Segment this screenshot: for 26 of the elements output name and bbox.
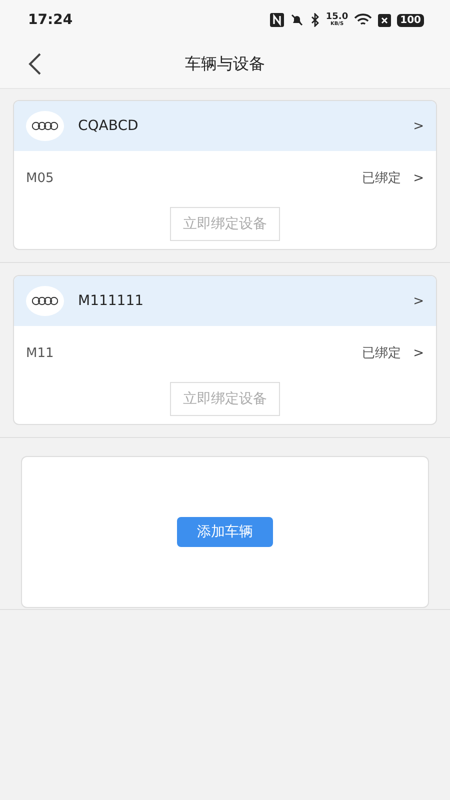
- nfc-icon: [270, 13, 284, 27]
- car-logo-icon: [26, 111, 64, 141]
- car-logo-icon: [26, 286, 64, 316]
- status-time: 17:24: [28, 12, 73, 28]
- device-row[interactable]: M05 已绑定 >: [14, 151, 436, 205]
- chevron: >: [413, 118, 424, 134]
- device-name: M05: [26, 170, 55, 186]
- bind-status: 已绑定: [362, 170, 402, 187]
- bluetooth-icon: [310, 13, 320, 27]
- chevron: >: [413, 294, 424, 308]
- muted-bell-icon: [290, 13, 304, 27]
- vehicle-row[interactable]: M111111 >: [14, 276, 436, 326]
- chevron: >: [413, 346, 424, 360]
- license-plate: CQABCD: [78, 118, 140, 134]
- sim-icon: [378, 14, 392, 26]
- license-plate: M111111: [78, 293, 145, 309]
- device-name: M11: [26, 346, 55, 360]
- device-row[interactable]: M11 已绑定 >: [14, 326, 436, 380]
- bind-status: 已绑定: [362, 345, 402, 362]
- chevron: >: [413, 170, 424, 186]
- back-icon[interactable]: [28, 53, 42, 75]
- vehicle-row[interactable]: CQABCD >: [14, 101, 436, 151]
- page-title: 车辆与设备: [185, 54, 265, 74]
- wifi-icon: [354, 13, 372, 27]
- network-speed: 15.0: [326, 13, 348, 22]
- battery-level: 100: [397, 14, 424, 26]
